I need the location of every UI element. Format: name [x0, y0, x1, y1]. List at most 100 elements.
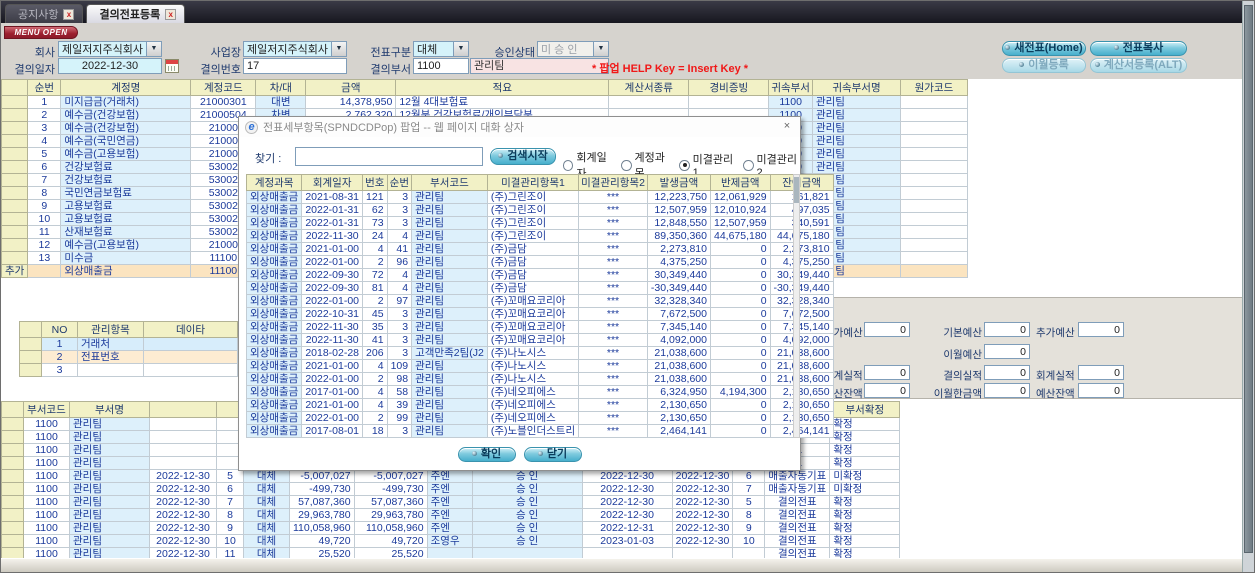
cell: 0 — [709, 372, 771, 386]
chevron-down-icon[interactable]: ▼ — [146, 42, 161, 56]
cell — [899, 160, 968, 174]
cell: 1100 — [23, 495, 70, 509]
cell: 2,464,141 — [769, 424, 834, 438]
budget-input[interactable] — [864, 322, 910, 337]
budget-input[interactable] — [984, 365, 1030, 380]
cell — [19, 363, 42, 377]
table-row[interactable]: 1 거래처 — [19, 337, 238, 351]
table-row[interactable]: 외상매출금 2022-01-31 73 3 관리팀 (주)그린조이 *** 12,848,55… — [245, 216, 834, 230]
tab-notice[interactable]: 공지사항 x — [5, 4, 84, 23]
table-row[interactable]: 외상매출금 2022-10-31 45 3 관리팀 (주)꼬매요코리아 *** 7,672,5… — [245, 307, 834, 321]
chevron-down-icon[interactable]: ▼ — [331, 42, 346, 56]
table-row[interactable]: 외상매출금 2021-01-00 4 39 관리팀 (주)네오피에스 *** 2,130,65… — [245, 398, 834, 412]
chevron-down-icon[interactable]: ▼ — [453, 42, 468, 56]
table-row[interactable]: 외상매출금 2022-11-30 35 3 관리팀 (주)꼬매요코리아 *** 7,345,1… — [245, 320, 834, 334]
cell — [899, 238, 968, 252]
calendar-icon[interactable] — [165, 59, 179, 73]
budget-input[interactable] — [984, 322, 1030, 337]
slip-type-select[interactable]: 대체 ▼ — [413, 41, 469, 57]
table-row[interactable]: 외상매출금 2022-01-00 2 97 관리팀 (주)꼬매요코리아 *** 32,328,… — [245, 294, 834, 308]
table-row[interactable]: 1100 관리팀 2022-12-30 10 대체 49,720 49,720 조영우 승 인2… — [1, 534, 901, 548]
table-row[interactable]: 외상매출금 2022-11-30 24 4 관리팀 (주)그린조이 *** 89,350,36… — [245, 229, 834, 243]
table-row[interactable]: 1100 관리팀 2022-12-30 5 대체 -5,007,027 -5,007,027… — [1, 469, 901, 483]
budget-input[interactable] — [1078, 365, 1124, 380]
cell: 45 — [362, 307, 388, 321]
table-row[interactable]: 외상매출금 2022-01-00 2 98 관리팀 (주)나노시스 *** 21,038,60… — [245, 372, 834, 386]
slip-dept-code-input[interactable]: 1100 — [413, 58, 469, 74]
radio-icon — [743, 159, 754, 171]
cell: 5 — [732, 495, 766, 509]
table-row[interactable]: 외상매출금 2022-11-30 41 3 관리팀 (주)꼬매요코리아 *** 4,092,0… — [245, 333, 834, 347]
popup-title-bar[interactable]: e 전표세부항목(SPNDCDPop) 팝업 -- 웹 페이지 대화 상자 × — [239, 117, 800, 137]
scrollbar-thumb[interactable] — [1244, 5, 1253, 553]
table-row[interactable]: 1100 관리팀 2022-12-30 7 대체 57,087,360 57,087,360… — [1, 495, 901, 509]
cell: 4 — [362, 398, 388, 412]
find-input[interactable] — [295, 147, 483, 166]
column-header: NO — [41, 321, 78, 338]
table-row[interactable]: 외상매출금 2021-01-00 4 109 관리팀 (주)나노시스 *** 21,038,6… — [245, 359, 834, 373]
table-row[interactable]: 1100 관리팀 2022-12-30 8 대체 29,963,780 29,963,780… — [1, 508, 901, 522]
cell: 관리팀 — [411, 424, 488, 438]
table-row[interactable]: 1100 관리팀 2022-12-30 9 대체 110,058,960 110,058,9… — [1, 521, 901, 535]
budget-input[interactable] — [1078, 322, 1124, 337]
table-row[interactable]: 2 전표번호 — [19, 350, 238, 364]
table-row[interactable]: 외상매출금 2022-09-30 72 4 관리팀 (주)금담 *** 30,349,440 0… — [245, 268, 834, 282]
close-icon[interactable]: × — [780, 120, 794, 134]
cell: 49,720 — [353, 534, 428, 548]
table-row[interactable]: 1 미지급금(거래처) 21000301 대변 14,378,950 12월 4대보험료 1… — [1, 95, 968, 109]
cell: 미확정 — [829, 482, 901, 496]
table-row[interactable]: 1100 관리팀 2022-12-30 11 대체 25,520 25,520 결의전표 확정 — [1, 547, 901, 558]
table-row[interactable]: 3 — [19, 363, 238, 377]
bizplace-select[interactable]: 제일저지주식회사 ▼ — [243, 41, 347, 57]
new-slip-button[interactable]: 새전표(Home) — [1002, 41, 1086, 56]
table-row[interactable]: 외상매출금 2022-01-00 2 99 관리팀 (주)네오피에스 *** 2,130,65… — [245, 411, 834, 425]
budget-input[interactable] — [984, 383, 1030, 398]
copy-slip-button[interactable]: 전표복사 — [1090, 41, 1187, 56]
cell: 외상매출금 — [245, 320, 303, 334]
scrollbar-thumb[interactable] — [794, 177, 799, 203]
cell: 외상매출금 — [245, 359, 303, 373]
cell: 관리팀 — [69, 534, 150, 548]
slip-no-input[interactable]: 17 — [243, 58, 347, 74]
cell: 2022-01-31 — [301, 216, 364, 230]
slip-date-input[interactable]: 2022-12-30 — [58, 58, 162, 74]
cell: 외상매출금 — [60, 264, 192, 278]
cell: 9 — [216, 521, 244, 535]
budget-input[interactable] — [1078, 383, 1124, 398]
popup-grid-scrollbar[interactable] — [793, 174, 800, 438]
menu-open-button[interactable]: MENU OPEN — [4, 26, 78, 39]
table-row[interactable]: 외상매출금 2018-02-28 206 3 고객만족2팀(J2 (주)나노시스 *** 21… — [245, 346, 834, 360]
tab-close-icon[interactable]: x — [63, 8, 75, 20]
table-row[interactable]: 외상매출금 2022-01-00 2 96 관리팀 (주)금담 *** 4,375,250 0 4… — [245, 255, 834, 269]
company-select[interactable]: 제일저지주식회사 ▼ — [58, 41, 162, 57]
management-items-table[interactable]: NO 관리항목 데이타 1 거래처 2 전표번호 3 — [19, 321, 238, 377]
cell: 2021-01-00 — [301, 242, 364, 256]
window-scrollbar[interactable] — [1242, 1, 1254, 572]
cell — [899, 134, 968, 148]
tab-slip-register[interactable]: 결의전표등록 x — [86, 4, 186, 23]
budget-input[interactable] — [864, 383, 910, 398]
table-row[interactable]: 외상매출금 2022-09-30 81 4 관리팀 (주)금담 *** -30,349,440… — [245, 281, 834, 295]
cell: 2022-12-30 — [671, 495, 734, 509]
close-button[interactable]: 닫기 — [523, 447, 582, 462]
cell: 2 — [362, 372, 388, 386]
table-row[interactable]: 1100 관리팀 2022-12-30 6 대체 -499,730 -499,730 주엔 승 … — [1, 482, 901, 496]
cell: 0 — [709, 359, 771, 373]
cell: 7,345,140 — [646, 320, 711, 334]
ok-button[interactable]: 확인 — [457, 447, 516, 462]
table-row[interactable]: 외상매출금 2021-08-31 121 3 관리팀 (주)그린조이 *** 12,223,7… — [245, 190, 834, 204]
table-row[interactable]: 외상매출금 2021-01-00 4 41 관리팀 (주)금담 *** 2,273,810 0 2… — [245, 242, 834, 256]
budget-input[interactable] — [984, 344, 1030, 359]
budget-input[interactable] — [864, 365, 910, 380]
table-row[interactable]: 외상매출금 2017-08-01 18 3 관리팀 (주)노블인더스트리 *** 2,464,… — [245, 424, 834, 438]
cell — [149, 417, 217, 431]
cell — [1, 534, 24, 548]
cell: 21000301 — [190, 95, 257, 109]
cell: 0 — [709, 268, 771, 282]
cell: 13 — [27, 251, 62, 265]
table-row[interactable]: 외상매출금 2017-01-00 4 58 관리팀 (주)네오피에스 *** 6,324,95… — [245, 385, 834, 399]
search-start-button[interactable]: 검색시작 — [490, 148, 556, 165]
pending-items-table[interactable]: 계정과목 회계일자 번호 순번 부서코드 미결관리항목1 미결관리항목2 발생금액 반제금액 잔여… — [245, 174, 834, 438]
tab-close-icon[interactable]: x — [165, 8, 177, 20]
table-row[interactable]: 외상매출금 2022-01-31 62 3 관리팀 (주)그린조이 *** 12,507,95… — [245, 203, 834, 217]
